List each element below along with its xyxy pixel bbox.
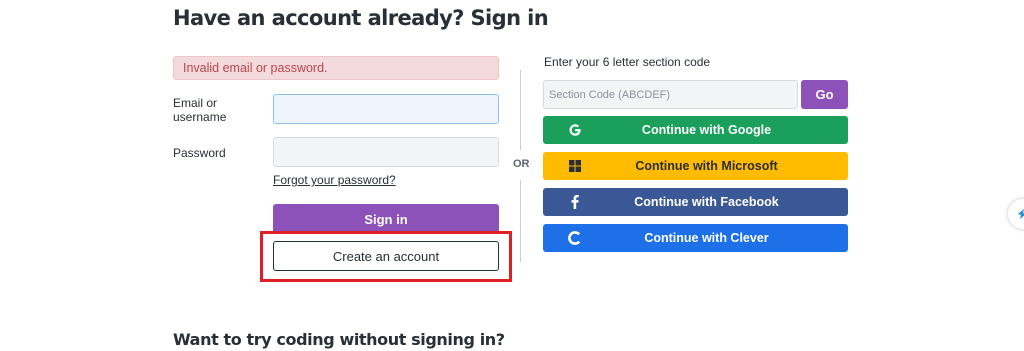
section-code-input[interactable] [543,80,798,109]
continue-with-facebook-button[interactable]: Continue with Facebook [543,188,848,216]
email-label: Email or username [173,96,227,124]
section-code-label: Enter your 6 letter section code [544,55,711,69]
divider-line [520,180,521,262]
go-button[interactable]: Go [801,80,848,109]
divider-line [520,70,521,150]
continue-with-microsoft-button[interactable]: Continue with Microsoft [543,152,848,180]
email-field[interactable] [273,94,499,124]
password-field[interactable] [273,137,499,167]
clever-button-label: Continue with Clever [644,231,769,245]
microsoft-button-label: Continue with Microsoft [635,159,778,173]
forgot-password-link[interactable]: Forgot your password? [273,173,396,187]
continue-with-google-button[interactable]: Continue with Google [543,116,848,144]
google-button-label: Continue with Google [641,123,772,137]
help-widget[interactable] [1008,199,1024,229]
facebook-button-label: Continue with Facebook [634,195,779,209]
create-account-button[interactable]: Create an account [273,241,499,271]
feedback-icon [1017,208,1024,220]
page-title: Have an account already? Sign in [173,6,549,30]
sign-in-page: Have an account already? Sign in Invalid… [0,0,1024,351]
try-coding-heading: Want to try coding without signing in? [173,330,505,349]
sign-in-button[interactable]: Sign in [273,204,499,234]
password-label: Password [173,146,226,160]
or-divider-text: OR [513,158,530,170]
continue-with-clever-button[interactable]: Continue with Clever [543,224,848,252]
error-message: Invalid email or password. [173,56,499,80]
